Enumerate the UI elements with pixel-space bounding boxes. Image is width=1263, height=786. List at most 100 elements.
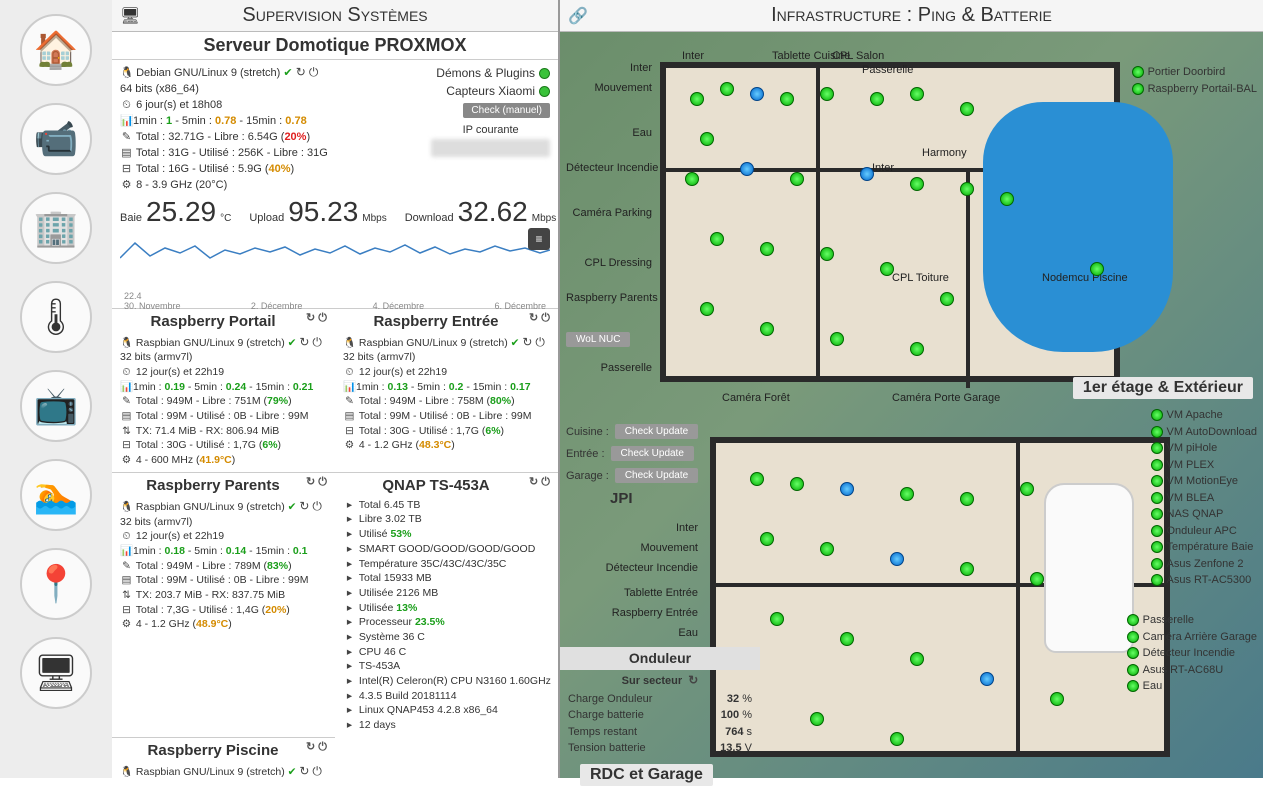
power-icon[interactable]: ⏻ xyxy=(541,312,550,324)
check-icon: ✔ xyxy=(283,67,292,79)
device-dot[interactable] xyxy=(760,322,774,336)
device-dot[interactable] xyxy=(1020,482,1034,496)
power-icon[interactable]: ⏻ xyxy=(312,499,322,513)
device-dot[interactable] xyxy=(1030,572,1044,586)
nav-media[interactable]: 📺 xyxy=(20,370,92,442)
device-dot[interactable] xyxy=(960,492,974,506)
device-dot[interactable] xyxy=(960,562,974,576)
tv-icon: 📺 xyxy=(34,385,79,427)
device-dot[interactable] xyxy=(830,332,844,346)
device-dot[interactable] xyxy=(780,92,794,106)
legend-label: Passerelle xyxy=(1143,614,1194,626)
device-dot[interactable] xyxy=(910,342,924,356)
refresh-icon[interactable]: ↻ xyxy=(306,476,315,488)
refresh-icon[interactable]: ↻ xyxy=(529,476,538,488)
daemons-label: Démons & Plugins xyxy=(436,66,535,80)
device-dot[interactable] xyxy=(840,632,854,646)
power-icon[interactable]: ⏻ xyxy=(318,476,327,488)
device-dot[interactable] xyxy=(890,552,904,566)
device-dot[interactable] xyxy=(1090,262,1104,276)
power-icon[interactable]: ⏻ xyxy=(318,312,327,324)
refresh-icon[interactable]: ↻ xyxy=(296,65,306,79)
device-dot[interactable] xyxy=(900,487,914,501)
nav-floorplan[interactable]: 🏢 xyxy=(20,192,92,264)
update-label: Entrée : xyxy=(566,448,605,460)
device-dot[interactable] xyxy=(700,132,714,146)
power-icon[interactable]: ⏻ xyxy=(309,65,319,79)
device-dot[interactable] xyxy=(710,232,724,246)
device-dot[interactable] xyxy=(820,87,834,101)
device-dot[interactable] xyxy=(760,532,774,546)
ups-row-label: Charge Onduleur xyxy=(568,691,652,708)
nav-servers[interactable]: 🖥 xyxy=(20,637,92,709)
device-dot[interactable] xyxy=(910,652,924,666)
nav-home[interactable]: 🏠 xyxy=(20,14,92,86)
legend-label: Température Baie xyxy=(1167,541,1254,553)
device-dot[interactable] xyxy=(750,87,764,101)
device-dot[interactable] xyxy=(700,302,714,316)
legend-label: Asus Zenfone 2 xyxy=(1167,558,1244,570)
device-dot[interactable] xyxy=(750,472,764,486)
map-label: Inter xyxy=(680,50,706,62)
check-update-button[interactable]: Check Update xyxy=(615,424,698,439)
device-dot[interactable] xyxy=(720,82,734,96)
camera-icon: 📹 xyxy=(34,118,79,160)
device-dot[interactable] xyxy=(910,87,924,101)
device-dot[interactable] xyxy=(740,162,754,176)
system-card: QNAP TS-453A ↻ ⏻▸ Total 6.45 TB▸ Libre 3… xyxy=(335,472,558,737)
device-dot[interactable] xyxy=(770,612,784,626)
device-dot[interactable] xyxy=(685,172,699,186)
refresh-icon[interactable]: ↻ xyxy=(299,499,309,513)
server-title: Serveur Domotique PROXMOX xyxy=(112,32,558,60)
check-button[interactable]: Check (manuel) xyxy=(463,103,550,118)
nav-heating[interactable]: 🌡 xyxy=(20,281,92,353)
device-dot[interactable] xyxy=(810,712,824,726)
device-dot[interactable] xyxy=(980,672,994,686)
check-update-button[interactable]: Check Update xyxy=(615,468,698,483)
ups-box: Onduleur Sur secteur ↻ Charge Onduleur32… xyxy=(560,647,760,757)
refresh-icon[interactable]: ↻ xyxy=(529,312,538,324)
wol-button[interactable]: WoL NUC xyxy=(566,332,630,347)
device-dot[interactable] xyxy=(790,172,804,186)
power-icon[interactable]: ⏻ xyxy=(312,764,322,778)
refresh-icon[interactable]: ↻ xyxy=(299,764,309,778)
nav-presence[interactable]: 📍 xyxy=(20,548,92,620)
nav-pool[interactable]: 🏊 xyxy=(20,459,92,531)
device-dot[interactable] xyxy=(790,477,804,491)
device-dot[interactable] xyxy=(760,242,774,256)
device-dot[interactable] xyxy=(910,177,924,191)
device-dot[interactable] xyxy=(890,732,904,746)
check-update-button[interactable]: Check Update xyxy=(611,446,694,461)
device-dot[interactable] xyxy=(820,542,834,556)
download-value: 32.62 xyxy=(458,196,528,228)
nav-cameras[interactable]: 📹 xyxy=(20,103,92,175)
map-label: Passerelle xyxy=(564,362,654,374)
chart-menu-button[interactable]: ≡ xyxy=(528,228,550,250)
device-dot[interactable] xyxy=(840,482,854,496)
device-dot[interactable] xyxy=(880,262,894,276)
infra-title-text: Infrastructure : Ping & Batterie xyxy=(771,4,1052,26)
device-dot[interactable] xyxy=(960,102,974,116)
device-dot[interactable] xyxy=(860,167,874,181)
pool xyxy=(983,102,1173,352)
device-dot[interactable] xyxy=(690,92,704,106)
device-dot[interactable] xyxy=(960,182,974,196)
status-dot-icon xyxy=(1151,475,1163,487)
power-icon[interactable]: ⏻ xyxy=(312,335,322,349)
system-card: Raspberry Parents ↻ ⏻🐧 Raspbian GNU/Linu… xyxy=(112,472,335,737)
device-dot[interactable] xyxy=(870,92,884,106)
refresh-icon[interactable]: ↻ xyxy=(306,312,315,324)
ups-row-value: 13.5 xyxy=(720,742,741,754)
device-dot[interactable] xyxy=(940,292,954,306)
refresh-icon[interactable]: ↻ xyxy=(688,673,698,687)
power-icon[interactable]: ⏻ xyxy=(318,741,327,753)
ups-row-label: Temps restant xyxy=(568,724,637,741)
device-dot[interactable] xyxy=(1050,692,1064,706)
refresh-icon[interactable]: ↻ xyxy=(522,335,532,349)
device-dot[interactable] xyxy=(1000,192,1014,206)
refresh-icon[interactable]: ↻ xyxy=(306,741,315,753)
power-icon[interactable]: ⏻ xyxy=(535,335,545,349)
device-dot[interactable] xyxy=(820,247,834,261)
refresh-icon[interactable]: ↻ xyxy=(299,335,309,349)
power-icon[interactable]: ⏻ xyxy=(541,476,550,488)
